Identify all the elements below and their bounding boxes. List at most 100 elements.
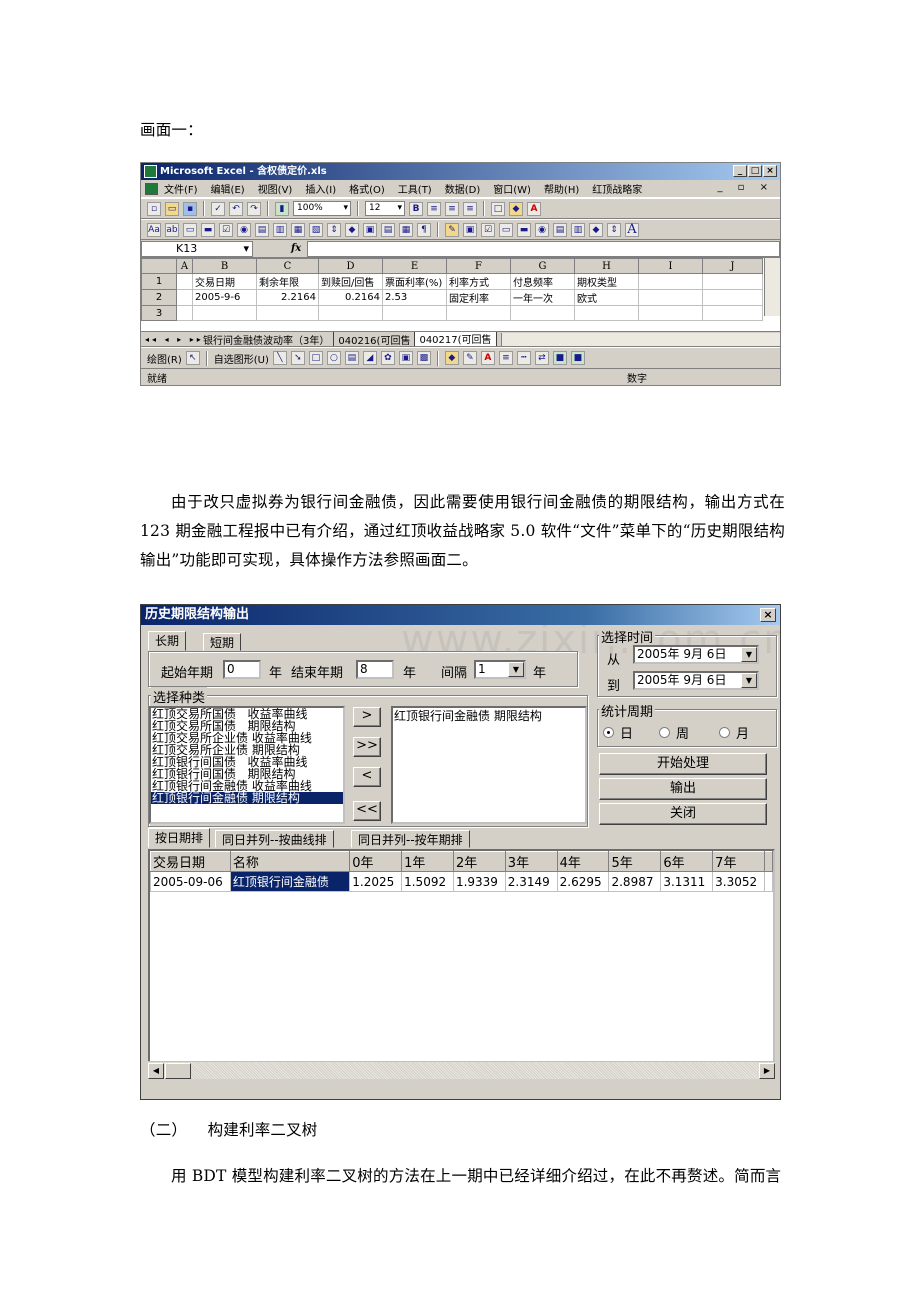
cell[interactable] [176, 273, 193, 290]
view-code-icon[interactable]: ☑ [481, 222, 495, 237]
groupbox-icon[interactable]: ▭ [183, 222, 197, 237]
cell[interactable] [192, 305, 257, 321]
close-icon[interactable]: × [763, 165, 777, 177]
ctrl-label-icon[interactable]: A [625, 222, 639, 237]
button-icon[interactable]: ▬ [201, 222, 215, 237]
cell[interactable]: 剩余年限 [256, 273, 319, 290]
cell[interactable] [638, 305, 703, 321]
menu-view[interactable]: 视图(V) [258, 181, 293, 196]
col-header[interactable]: D [318, 258, 383, 274]
column-header[interactable]: 0年 [349, 851, 403, 872]
cell[interactable] [574, 305, 639, 321]
column-header[interactable]: 交易日期 [150, 851, 231, 872]
table-cell[interactable]: 3.1311 [660, 871, 714, 892]
picture-icon[interactable]: ▩ [416, 351, 431, 365]
cell[interactable]: 利率方式 [446, 273, 511, 290]
restore-icon[interactable]: □ [748, 165, 762, 177]
scroll-right-icon[interactable]: ▶ [759, 1063, 775, 1079]
menu-file[interactable]: 文件(F) [164, 181, 198, 196]
chart-icon[interactable]: ▮ [275, 201, 289, 216]
cell[interactable] [176, 305, 193, 321]
cell[interactable]: 0.2164 [318, 289, 383, 306]
horizontal-scrollbar[interactable] [500, 332, 780, 346]
output-button[interactable]: 输出 [599, 778, 767, 800]
cell[interactable]: 一年一次 [510, 289, 575, 306]
redo-icon[interactable]: ↷ [247, 201, 261, 216]
remove-all-button[interactable]: << [353, 801, 381, 821]
spinner-icon[interactable]: ◆ [345, 222, 359, 237]
table-cell[interactable]: 2.6295 [556, 871, 610, 892]
cell[interactable]: 期权类型 [574, 273, 639, 290]
grid-icon[interactable]: ▦ [399, 222, 413, 237]
sheet-nav-arrows-icon[interactable]: ◂◂ ◂ ▸ ▸▸ [141, 335, 201, 344]
chevron-down-icon[interactable]: ▼ [741, 647, 757, 662]
label-icon[interactable]: Aa [147, 222, 161, 237]
menu-insert[interactable]: 插入(I) [305, 181, 336, 196]
minimize-icon[interactable]: _ [733, 165, 747, 177]
column-header[interactable]: 5年 [608, 851, 662, 872]
column-header[interactable] [764, 851, 773, 872]
dash-style-icon[interactable]: ┅ [516, 351, 531, 365]
shadow-icon[interactable]: ■ [552, 351, 567, 365]
tab-by-date[interactable]: 按日期排 [148, 828, 211, 848]
worksheet-grid[interactable]: A B C D E F G H I J 1 交易日期 剩余年限 到赎回/回售 票… [141, 258, 780, 332]
cell[interactable]: 欧式 [574, 289, 639, 306]
table-cell[interactable]: 2.3149 [504, 871, 558, 892]
menu-data[interactable]: 数据(D) [445, 181, 481, 196]
from-date-picker[interactable]: 2005年 9月 6日 ▼ [633, 645, 759, 664]
properties-icon[interactable]: ▣ [363, 222, 377, 237]
to-date-picker[interactable]: 2005年 9月 6日 ▼ [633, 671, 759, 690]
fx-icon[interactable]: fx [291, 243, 301, 254]
tab-by-curve[interactable]: 同日并列--按曲线排 [215, 830, 334, 848]
sheet-tab[interactable]: 040216(可回售 [334, 332, 416, 346]
ctrl-list-icon[interactable]: ▤ [553, 222, 567, 237]
ctrl-combo-icon[interactable]: ▥ [571, 222, 585, 237]
col-header[interactable]: F [446, 258, 511, 274]
scrollbar-icon[interactable]: ⇕ [327, 222, 341, 237]
row-header[interactable]: 3 [141, 305, 177, 321]
cell[interactable]: 票面利率(%) [382, 273, 447, 290]
menu-edit[interactable]: 编辑(E) [211, 181, 245, 196]
table-row[interactable]: 2005-09-06 红顶银行间金融债 1.2025 1.5092 1.9339… [150, 871, 773, 892]
clipart-icon[interactable]: ▣ [398, 351, 413, 365]
cell[interactable]: 2.2164 [256, 289, 319, 306]
add-button[interactable]: > [353, 707, 381, 727]
list-item-selected[interactable]: 红顶银行间金融债 期限结构 [151, 792, 343, 804]
open-icon[interactable]: ▭ [165, 201, 179, 216]
selected-listbox[interactable]: 红顶银行间金融债 期限结构 [391, 706, 587, 824]
add-all-button[interactable]: >> [353, 737, 381, 757]
design-mode-icon[interactable]: ✎ [445, 222, 459, 237]
period-week-radio[interactable]: 周 [659, 723, 689, 742]
cell[interactable]: 2005-9-6 [192, 289, 257, 306]
menu-help[interactable]: 帮助(H) [544, 181, 579, 196]
col-header[interactable]: E [382, 258, 447, 274]
table-cell[interactable]: 1.9339 [452, 871, 506, 892]
column-header[interactable]: 2年 [452, 851, 506, 872]
align-right-icon[interactable]: ≡ [463, 201, 477, 216]
workbook-icon[interactable] [145, 182, 158, 195]
result-grid[interactable]: 交易日期 名称 0年 1年 2年 3年 4年 5年 6年 7年 2005-09-… [148, 849, 775, 1079]
start-year-input[interactable]: 0 [223, 660, 261, 679]
cell[interactable]: 交易日期 [192, 273, 257, 290]
chevron-down-icon[interactable]: ▼ [741, 673, 757, 688]
sheet-tab[interactable]: 银行间金融债波动率（3年） [199, 332, 335, 346]
ctrl-scroll-icon[interactable]: ⇕ [607, 222, 621, 237]
arrow-style-icon[interactable]: ⇄ [534, 351, 549, 365]
row-header[interactable]: 1 [141, 273, 177, 290]
cell[interactable] [638, 289, 703, 306]
table-cell[interactable]: 1.5092 [401, 871, 454, 892]
scroll-left-icon[interactable]: ◀ [148, 1063, 164, 1079]
col-header[interactable]: A [176, 258, 193, 274]
col-header[interactable]: C [256, 258, 319, 274]
col-header[interactable]: B [192, 258, 257, 274]
col-header[interactable]: H [574, 258, 639, 274]
control-props-icon[interactable]: ▣ [463, 222, 477, 237]
column-header[interactable]: 名称 [229, 851, 351, 872]
checkbox-icon[interactable]: ☑ [219, 222, 233, 237]
category-listbox[interactable]: 红顶交易所国债 收益率曲线 红顶交易所国债 期限结构 红顶交易所企业债 收益率曲… [149, 706, 345, 824]
frame-icon[interactable]: ▭ [499, 222, 513, 237]
align-center-icon[interactable]: ≡ [445, 201, 459, 216]
line-icon[interactable]: ╲ [272, 351, 287, 365]
table-cell[interactable]: 2005-09-06 [150, 871, 231, 892]
zoom-combo[interactable]: 100% [293, 201, 351, 216]
